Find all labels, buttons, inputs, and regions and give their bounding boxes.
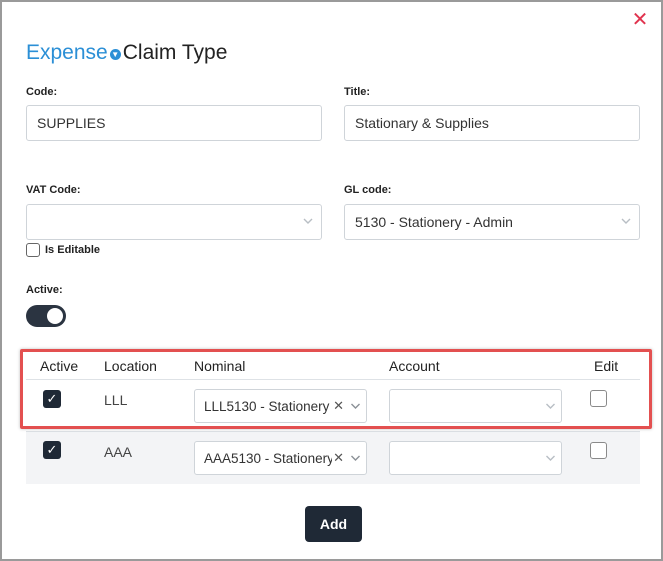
close-icon[interactable]: ✕ (631, 10, 649, 30)
active-label: Active: (26, 284, 63, 296)
header-edit: Edit (594, 358, 619, 374)
clear-icon[interactable]: ✕ (333, 399, 344, 413)
location-nominal-table: Active Location Nominal Account Edit ✓ L… (26, 352, 640, 484)
add-button[interactable]: Add (305, 506, 362, 542)
row-location: AAA (104, 444, 133, 460)
vat-code-select[interactable] (26, 204, 322, 240)
row-nominal-value: LLL5130 - Stationery - Admin (204, 398, 332, 414)
is-editable-checkbox[interactable] (26, 243, 40, 257)
gl-code-label: GL code: (344, 184, 392, 196)
chevron-down-icon (621, 218, 631, 224)
code-label: Code: (26, 86, 58, 98)
row-nominal-select[interactable]: LLL5130 - Stationery - Admin ✕ (194, 389, 367, 423)
expense-claim-type-dialog: ✕ Expense ▼ Claim Type Code: SUPPLIES Ti… (0, 0, 663, 561)
gl-code-select[interactable]: 5130 - Stationery - Admin (344, 204, 640, 240)
title-value: Stationary & Supplies (355, 115, 489, 131)
chevron-down-icon (546, 455, 555, 461)
chevron-down-icon (351, 455, 360, 461)
chevron-down-icon (351, 403, 360, 409)
row-account-select[interactable] (389, 389, 562, 423)
gl-code-value: 5130 - Stationery - Admin (355, 214, 513, 230)
chevron-down-icon (546, 403, 555, 409)
row-account-select[interactable] (389, 441, 562, 475)
header-account: Account (389, 358, 440, 374)
title-label: Title: (344, 86, 371, 98)
row-nominal-select[interactable]: AAA5130 - Stationery - Admin ✕ (194, 441, 367, 475)
page-title: Expense ▼ Claim Type (26, 39, 227, 67)
code-field[interactable]: SUPPLIES (26, 105, 322, 141)
title-field[interactable]: Stationary & Supplies (344, 105, 640, 141)
table-header: Active Location Nominal Account Edit (26, 352, 640, 380)
chevron-down-icon (303, 218, 313, 224)
chevron-down-icon[interactable]: ▼ (109, 48, 121, 60)
code-value: SUPPLIES (37, 115, 106, 131)
title-brand: Expense (26, 41, 108, 64)
header-active: Active (40, 358, 79, 374)
is-editable-label: Is Editable (45, 244, 101, 256)
row-active-checkbox[interactable]: ✓ (43, 441, 61, 459)
clear-icon[interactable]: ✕ (333, 451, 344, 465)
row-active-checkbox[interactable]: ✓ (43, 390, 61, 408)
row-edit-checkbox[interactable] (590, 442, 607, 459)
row-nominal-value: AAA5130 - Stationery - Admin (204, 450, 332, 466)
row-location: LLL (104, 392, 128, 408)
row-edit-checkbox[interactable] (590, 390, 607, 407)
title-text: Claim Type (122, 41, 228, 64)
active-toggle[interactable] (26, 305, 66, 327)
header-nominal: Nominal (194, 358, 246, 374)
vat-code-label: VAT Code: (26, 184, 81, 196)
header-location: Location (104, 358, 157, 374)
toggle-knob (47, 308, 63, 324)
